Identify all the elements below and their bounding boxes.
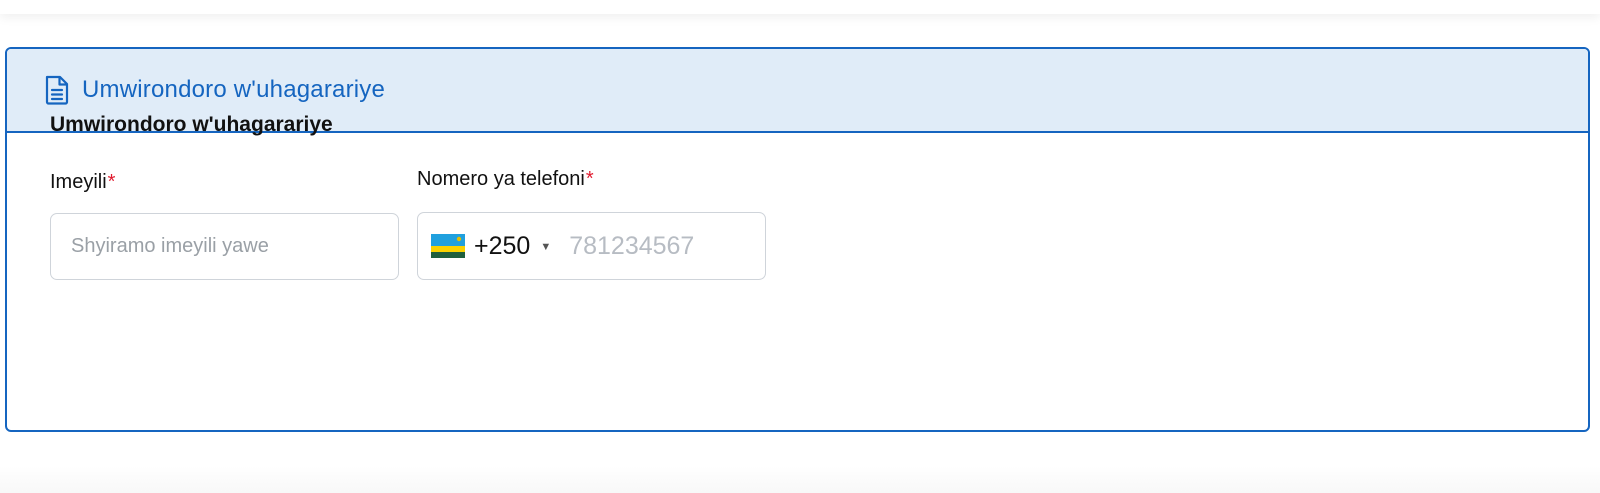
phone-field-group: +250 ▼ xyxy=(417,212,766,280)
document-icon xyxy=(44,75,70,105)
phone-number-input[interactable] xyxy=(569,231,740,261)
phone-required-mark: * xyxy=(585,168,594,190)
country-code-select[interactable]: +250 ▼ xyxy=(418,213,551,279)
email-field[interactable] xyxy=(50,213,399,280)
email-label-text: Imeyili xyxy=(50,171,107,193)
top-bar-shadow xyxy=(0,0,1600,14)
email-label: Imeyili* xyxy=(50,171,115,194)
phone-label-text: Nomero ya telefoni xyxy=(417,168,585,190)
chevron-down-icon: ▼ xyxy=(540,241,552,253)
dial-code: +250 xyxy=(474,231,531,260)
phone-label: Nomero ya telefoni* xyxy=(417,168,594,191)
page-footer-shade xyxy=(0,466,1600,493)
email-required-mark: * xyxy=(107,171,116,193)
rwanda-flag-icon xyxy=(431,234,465,258)
card-header-title: Umwirondoro w'uhagarariye xyxy=(82,76,386,103)
section-title: Umwirondoro w'uhagarariye xyxy=(50,113,333,136)
